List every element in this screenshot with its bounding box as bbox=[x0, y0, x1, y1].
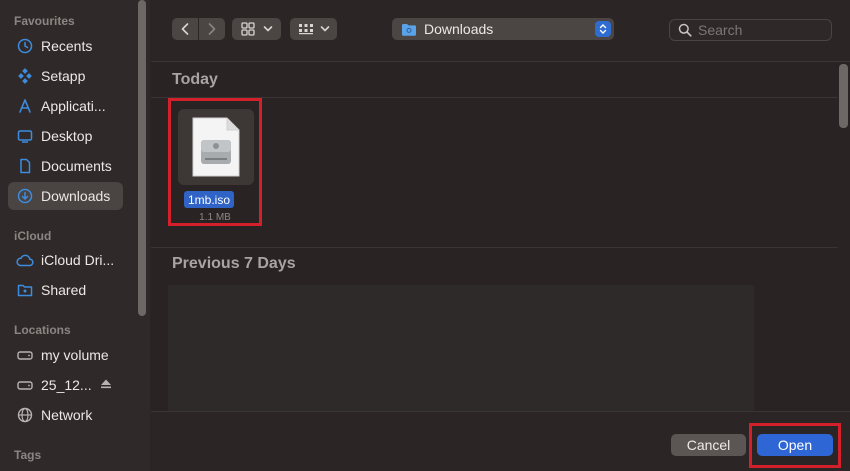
forward-button[interactable] bbox=[199, 18, 225, 40]
group-by-button[interactable] bbox=[290, 18, 337, 40]
eject-icon[interactable] bbox=[100, 377, 112, 393]
open-button[interactable]: Open bbox=[757, 434, 833, 456]
sidebar-item-label: Recents bbox=[41, 38, 93, 54]
chevron-down-icon bbox=[320, 26, 329, 32]
sidebar-item-label: Shared bbox=[41, 282, 87, 298]
location-popup[interactable]: Downloads bbox=[392, 18, 614, 40]
clock-icon bbox=[16, 37, 34, 55]
sidebar-item-label: iCloud Dri... bbox=[41, 252, 115, 268]
file-item-1mb-iso[interactable]: 1mb.iso 1.1 MB bbox=[168, 98, 262, 226]
sidebar-scrollbar[interactable] bbox=[138, 0, 146, 316]
drive-icon bbox=[16, 376, 34, 394]
section-title-icloud: iCloud bbox=[14, 229, 52, 243]
sidebar: Favourites Recents Setapp Applicati... D… bbox=[0, 0, 150, 471]
section-title-favourites: Favourites bbox=[14, 14, 75, 28]
folder-icon bbox=[401, 23, 417, 36]
dialog-actions: Cancel Open bbox=[151, 411, 850, 471]
sidebar-item-label: Desktop bbox=[41, 128, 93, 144]
chevron-left-icon bbox=[181, 23, 189, 35]
sidebar-item-setapp[interactable]: Setapp bbox=[8, 62, 123, 90]
drive-icon bbox=[16, 346, 34, 364]
view-mode-button[interactable] bbox=[232, 18, 281, 40]
search-field[interactable] bbox=[669, 19, 832, 41]
stepper-icon bbox=[595, 21, 611, 37]
group-header-today: Today bbox=[172, 71, 218, 88]
section-title-locations: Locations bbox=[14, 323, 71, 337]
back-button[interactable] bbox=[172, 18, 198, 40]
group-header-previous-7-days: Previous 7 Days bbox=[172, 255, 296, 272]
sidebar-item-downloads[interactable]: Downloads bbox=[8, 182, 123, 210]
sidebar-item-label: my volume bbox=[41, 347, 109, 363]
group-icon bbox=[298, 24, 313, 35]
cancel-button[interactable]: Cancel bbox=[671, 434, 746, 456]
applications-icon bbox=[16, 97, 34, 115]
downloads-icon bbox=[16, 187, 34, 205]
open-button-highlight: Open bbox=[749, 423, 841, 468]
sidebar-item-label: Setapp bbox=[41, 68, 86, 84]
sidebar-item-applications[interactable]: Applicati... bbox=[8, 92, 123, 120]
location-label: Downloads bbox=[424, 21, 494, 37]
sidebar-item-label: 25_12... bbox=[41, 377, 92, 393]
chevron-down-icon bbox=[263, 26, 272, 32]
file-name: 1mb.iso bbox=[184, 191, 235, 208]
sidebar-item-label: Network bbox=[41, 407, 93, 423]
section-title-tags: Tags bbox=[14, 448, 42, 462]
sidebar-item-label: Documents bbox=[41, 158, 112, 174]
sidebar-item-my-volume[interactable]: my volume bbox=[8, 341, 123, 369]
sidebar-item-icloud-drive[interactable]: iCloud Dri... bbox=[8, 246, 123, 274]
disk-image-icon bbox=[178, 109, 254, 185]
file-size: 1.1 MB bbox=[199, 212, 231, 223]
sidebar-item-recents[interactable]: Recents bbox=[8, 32, 123, 60]
sidebar-item-label: Downloads bbox=[41, 188, 111, 204]
shared-folder-icon bbox=[16, 281, 34, 299]
file-list: Today 1mb.iso 1.1 MB Previous 7 Days bbox=[151, 63, 838, 411]
content-scrollbar[interactable] bbox=[839, 64, 848, 128]
search-input[interactable] bbox=[698, 22, 828, 38]
toolbar: Downloads bbox=[151, 0, 850, 62]
sidebar-item-label: Applicati... bbox=[41, 98, 106, 114]
chevron-right-icon bbox=[208, 23, 216, 35]
grid-view-icon bbox=[240, 22, 255, 36]
globe-icon bbox=[16, 406, 34, 424]
navigation-buttons bbox=[172, 18, 225, 40]
file-browser: Downloads Today 1mb.i bbox=[151, 0, 850, 471]
sidebar-item-volume-25-12[interactable]: 25_12... bbox=[8, 371, 123, 399]
sidebar-item-desktop[interactable]: Desktop bbox=[8, 122, 123, 150]
sidebar-item-documents[interactable]: Documents bbox=[8, 152, 123, 180]
search-icon bbox=[678, 23, 692, 37]
document-icon bbox=[16, 157, 34, 175]
sidebar-item-shared[interactable]: Shared bbox=[8, 276, 123, 304]
cloud-icon bbox=[16, 251, 34, 269]
sidebar-item-network[interactable]: Network bbox=[8, 401, 123, 429]
loading-placeholder bbox=[168, 285, 754, 411]
setapp-icon bbox=[16, 67, 34, 85]
desktop-icon bbox=[16, 127, 34, 145]
